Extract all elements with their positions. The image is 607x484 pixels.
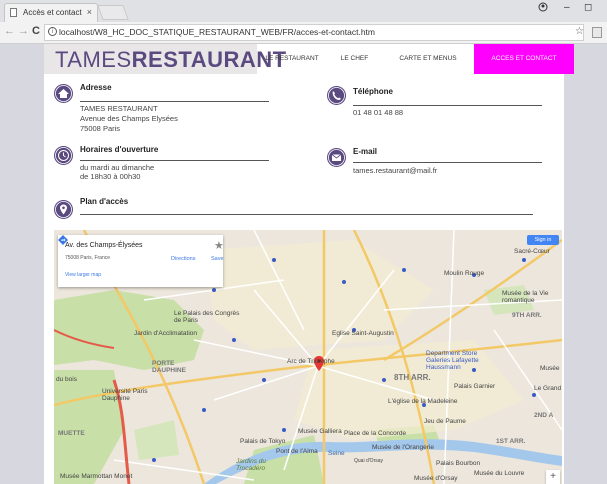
bookmark-star-icon[interactable]: ☆ xyxy=(575,26,584,37)
map-label-concorde: Place de la Concorde xyxy=(344,430,407,437)
map-label-sacre-coeur: Sacré-Cœur xyxy=(514,248,550,255)
maximize-button[interactable]: ◻ xyxy=(584,2,592,13)
address-line3: 75008 Paris xyxy=(80,124,121,133)
clock-icon xyxy=(54,146,73,165)
map-place-address: 75008 Paris, France xyxy=(65,255,111,261)
map-label-musee: Musée xyxy=(540,365,560,372)
nav-carte-et-menus[interactable]: CARTE ET MENUS xyxy=(382,44,474,74)
map-label-palais-bourbon: Palais Bourbon xyxy=(436,460,481,467)
phone-divider xyxy=(353,105,542,106)
url-input[interactable]: i localhost/W8_HC_DOC_STATIQUE_RESTAURAN… xyxy=(44,24,584,41)
map-label-9th-arr: 9TH ARR. xyxy=(512,312,542,319)
site-logo[interactable]: TAMESRESTAURANT xyxy=(44,44,286,74)
profile-icon[interactable] xyxy=(538,2,548,15)
map-label-orangerie: Musée de l'Orangerie xyxy=(372,444,434,451)
zoom-in-button[interactable]: + xyxy=(546,470,560,484)
map-label-eglise-augustin: Eglise Saint-Augustin xyxy=(332,330,394,337)
page-content: TAMESRESTAURANT LE RESTAURANT LE CHEF CA… xyxy=(44,44,574,484)
map-label-moulin-rouge: Moulin Rouge xyxy=(444,270,485,277)
map-label-palais-tokyo: Palais de Tokyo xyxy=(240,438,286,445)
phone-value: 01 48 01 48 88 xyxy=(353,108,404,117)
email-title: E-mail xyxy=(353,147,378,156)
save-button[interactable]: Save xyxy=(211,256,224,262)
map-label-jardin: Jardin d'Acclimatation xyxy=(134,330,198,337)
map-label-porte-dauphine: PORTE DAUPHINE xyxy=(152,360,186,374)
map-label-seine: Seine xyxy=(328,450,345,457)
map-label-8th-arr: 8TH ARR. xyxy=(394,373,431,382)
info-icon[interactable]: i xyxy=(48,27,57,36)
address-bar: ← → C i localhost/W8_HC_DOC_STATIQUE_RES… xyxy=(0,22,607,44)
hours-line1: du mardi au dimanche xyxy=(80,163,155,172)
map-label-2nd-arr: 2ND A xyxy=(534,412,554,419)
home-icon xyxy=(54,84,73,103)
map-label-universite: Université Paris Dauphine xyxy=(102,388,148,402)
map-label-du-bois: du bois xyxy=(56,376,77,383)
address-title: Adresse xyxy=(80,83,112,92)
back-button[interactable]: ← xyxy=(4,25,15,37)
browser-tab-bar: Accès et contact × – ◻ xyxy=(0,0,607,22)
extension-icon[interactable] xyxy=(592,27,602,38)
minimize-button[interactable]: – xyxy=(564,2,570,13)
tab-close-icon[interactable]: × xyxy=(87,4,92,21)
tab-title: Accès et contact xyxy=(23,8,82,17)
envelope-icon xyxy=(327,148,346,167)
map-place-title: Av. des Champs-Élysées xyxy=(65,242,143,249)
forward-button[interactable]: → xyxy=(18,25,29,37)
map-label-louvre: Musée du Louvre xyxy=(474,470,525,477)
map-label-marmottan: Musée Marmottan Monet xyxy=(60,473,133,480)
nav-le-restaurant[interactable]: LE RESTAURANT xyxy=(257,44,327,74)
map-label-1st-arr: 1ST ARR. xyxy=(496,438,526,445)
map-label-orsay: Musée d'Orsay xyxy=(414,475,458,482)
reload-button[interactable]: C xyxy=(32,25,40,37)
plan-title: Plan d'accès xyxy=(80,197,129,206)
phone-icon xyxy=(327,86,346,105)
map-label-pont-alma: Pont de l'Alma xyxy=(276,448,318,455)
google-map[interactable]: Sacré-Cœur Moulin Rouge Musée de la Vie … xyxy=(54,230,562,484)
map-label-jeu-de-paume: Jeu de Paume xyxy=(424,418,466,425)
email-divider xyxy=(353,162,542,163)
nav-acces-et-contact[interactable]: ACCES ET CONTACT xyxy=(474,44,574,74)
new-tab-button[interactable] xyxy=(97,5,129,20)
map-label-palais-congres: Le Palais des Congrès de Paris xyxy=(174,310,240,324)
map-label-quai: Quai d'Orsay xyxy=(354,458,384,464)
hours-divider xyxy=(80,160,269,161)
logo-part1: TAMES xyxy=(55,47,132,72)
map-label-jardins-trocadero: Jardins du Trocadéro xyxy=(236,458,266,472)
sign-in-button[interactable]: Sign in xyxy=(527,235,559,245)
address-line1: TAMES RESTAURANT xyxy=(80,104,158,113)
hours-title: Horaires d'ouverture xyxy=(80,145,159,154)
address-divider xyxy=(80,101,269,102)
address-line2: Avenue des Champs Elysées xyxy=(80,114,178,123)
hours-line2: de 18h30 à 00h30 xyxy=(80,172,141,181)
directions-button[interactable]: Directions xyxy=(171,256,195,262)
map-label-galliera: Musée Galliera xyxy=(298,428,342,435)
view-larger-map-link[interactable]: View larger map xyxy=(65,272,101,278)
map-label-department-store: Department Store Galeries Lafayette Haus… xyxy=(426,350,479,371)
document-icon xyxy=(10,8,17,17)
location-pin-icon xyxy=(54,200,73,219)
browser-tab[interactable]: Accès et contact × xyxy=(4,3,98,22)
map-label-madeleine: L'église de la Madeleine xyxy=(388,398,458,405)
map-label-arc-de-triomphe: Arc de Triomphe xyxy=(287,358,335,365)
directions-icon[interactable] xyxy=(58,235,68,245)
map-label-palais-garnier: Palais Garnier xyxy=(454,383,496,390)
url-text: localhost/W8_HC_DOC_STATIQUE_RESTAURANT_… xyxy=(59,27,375,37)
map-label-le-grand: Le Grand xyxy=(534,385,562,392)
email-value[interactable]: tames.restaurant@mail.fr xyxy=(353,166,437,175)
phone-title: Téléphone xyxy=(353,87,394,96)
star-icon[interactable]: ★ xyxy=(214,239,224,252)
map-info-card: Av. des Champs-Élysées 75008 Paris, Fran… xyxy=(58,235,224,287)
site-header: TAMESRESTAURANT LE RESTAURANT LE CHEF CA… xyxy=(44,44,574,74)
map-label-musee-vie: Musée de la Vie romantique xyxy=(502,290,549,304)
map-label-muette: MUETTE xyxy=(58,430,85,437)
plan-divider xyxy=(80,214,533,215)
nav-le-chef[interactable]: LE CHEF xyxy=(327,44,382,74)
